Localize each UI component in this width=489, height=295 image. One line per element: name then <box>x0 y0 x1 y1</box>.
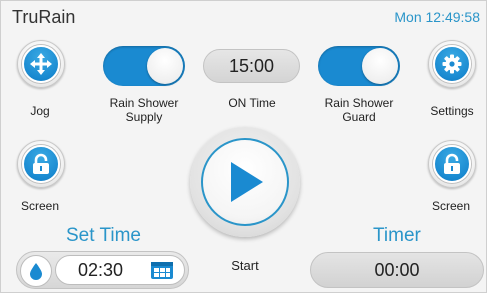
toggle-knob <box>147 48 183 84</box>
start-button[interactable] <box>190 127 300 237</box>
gear-icon <box>442 54 462 74</box>
timer-display: 00:00 <box>310 252 484 288</box>
start-label: Start <box>231 258 259 273</box>
jog-button[interactable] <box>17 40 65 88</box>
app-title: TruRain <box>12 7 76 27</box>
set-time-value: 02:30 <box>78 259 124 280</box>
toggle-knob <box>362 48 398 84</box>
rain-shower-guard-toggle[interactable] <box>318 46 400 86</box>
screen-lock-left-button[interactable] <box>17 140 65 188</box>
settings-button[interactable] <box>428 40 476 88</box>
jog-label: Jog <box>30 104 50 118</box>
water-drop-icon <box>30 263 42 280</box>
rain-shower-guard-label: Rain Shower Guard <box>324 96 394 124</box>
rain-shower-supply-toggle[interactable] <box>103 46 185 86</box>
move-arrows-icon <box>30 53 52 75</box>
set-time-bar: 02:30 <box>16 251 189 289</box>
play-icon <box>231 162 263 202</box>
screen-lock-right-button[interactable] <box>428 140 476 188</box>
on-time-label: ON Time <box>228 96 276 110</box>
screen-right-label: Screen <box>431 199 471 213</box>
calendar-icon <box>151 262 173 279</box>
screen-left-label: Screen <box>20 199 60 213</box>
water-button[interactable] <box>20 255 52 287</box>
set-time-title: Set Time <box>66 225 141 246</box>
hmi-screen: TruRain Mon 12:49:58 Jog Rain Shower Sup… <box>0 0 487 293</box>
settings-label: Settings <box>430 104 474 118</box>
lock-icon <box>444 153 460 174</box>
rain-shower-supply-label: Rain Shower Supply <box>109 96 179 124</box>
timer-title: Timer <box>373 225 421 246</box>
on-time-field[interactable]: 15:00 <box>203 49 300 83</box>
clock: Mon 12:49:58 <box>394 9 480 25</box>
set-time-input[interactable]: 02:30 <box>55 255 185 285</box>
lock-icon <box>33 153 49 174</box>
